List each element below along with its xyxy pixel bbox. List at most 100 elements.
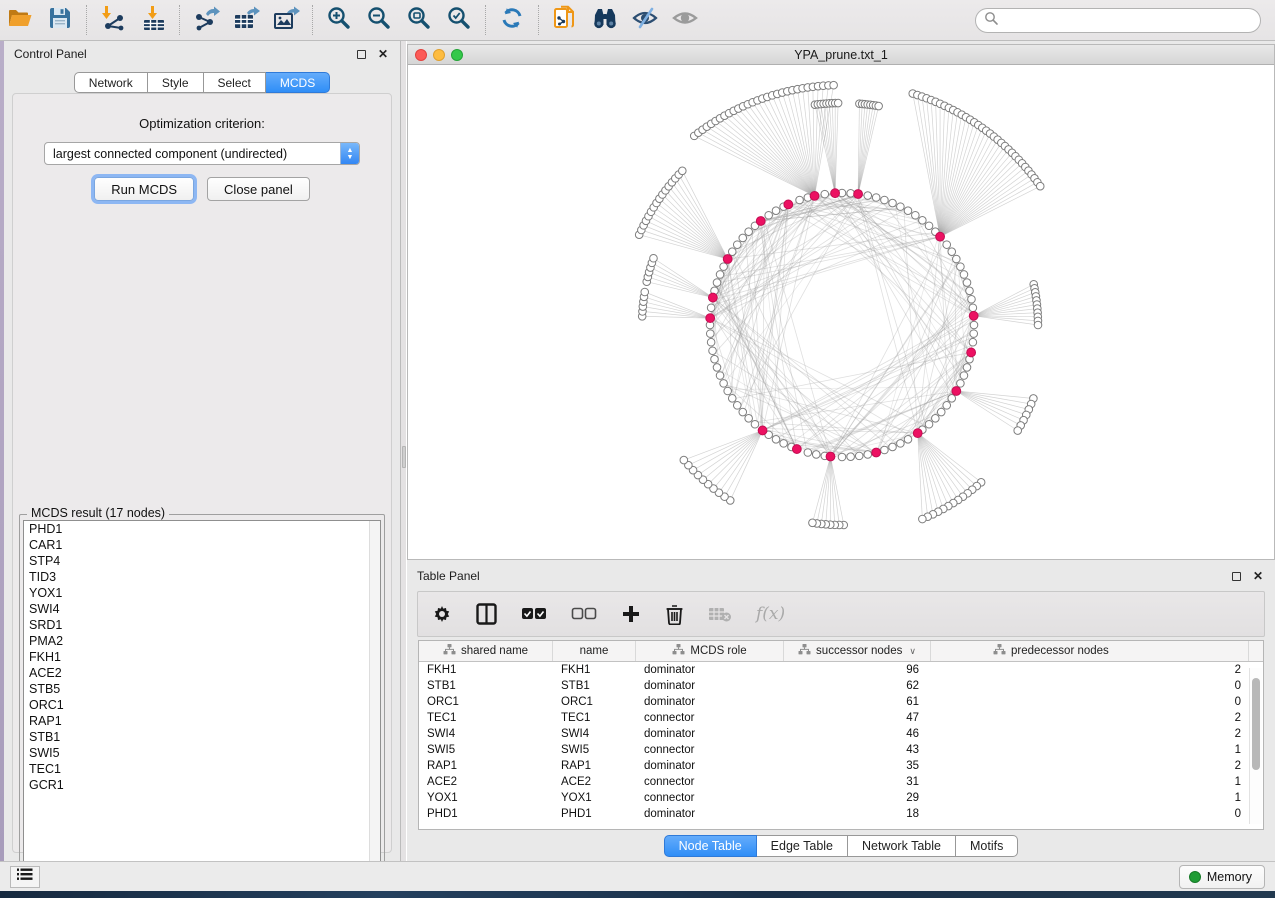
deselect-all-rows-button[interactable]: [571, 607, 597, 621]
show-columns-button[interactable]: [476, 603, 497, 625]
close-panel-button[interactable]: Close panel: [207, 177, 310, 201]
mcds-result-item[interactable]: FKH1: [24, 649, 380, 665]
column-header-MCDS-role[interactable]: MCDS role: [636, 641, 784, 661]
search-input[interactable]: [999, 11, 1260, 31]
mcds-result-item[interactable]: GCR1: [24, 777, 380, 793]
mcds-result-item[interactable]: CAR1: [24, 537, 380, 553]
table-cell[interactable]: SWI4: [419, 728, 553, 740]
table-cell[interactable]: dominator: [636, 808, 784, 820]
table-row[interactable]: YOX1YOX1connector291: [419, 790, 1263, 806]
column-header-predecessor-nodes[interactable]: predecessor nodes: [931, 641, 1249, 661]
table-cell[interactable]: 31: [784, 776, 931, 788]
table-row[interactable]: SWI5SWI5connector431: [419, 742, 1263, 758]
table-row[interactable]: FKH1FKH1dominator962: [419, 662, 1263, 678]
tab-network[interactable]: Network: [74, 72, 148, 93]
mcds-result-list[interactable]: PHD1CAR1STP4TID3YOX1SWI4SRD1PMA2FKH1ACE2…: [23, 520, 381, 875]
table-cell[interactable]: 1: [931, 792, 1249, 804]
column-header-shared-name[interactable]: shared name: [419, 641, 553, 661]
table-tab-network-table[interactable]: Network Table: [848, 835, 956, 857]
table-tab-node-table[interactable]: Node Table: [664, 835, 757, 857]
task-history-button[interactable]: [10, 866, 40, 888]
table-cell[interactable]: 0: [931, 808, 1249, 820]
table-cell[interactable]: connector: [636, 712, 784, 724]
zoom-in-button[interactable]: [319, 3, 359, 37]
mcds-result-item[interactable]: STP4: [24, 553, 380, 569]
table-cell[interactable]: ORC1: [553, 696, 636, 708]
mcds-result-item[interactable]: SRD1: [24, 617, 380, 633]
mcds-result-item[interactable]: STB1: [24, 729, 380, 745]
mcds-result-item[interactable]: STB5: [24, 681, 380, 697]
mcds-result-item[interactable]: TID3: [24, 569, 380, 585]
delete-column-button[interactable]: [665, 604, 684, 625]
table-cell[interactable]: 62: [784, 680, 931, 692]
create-column-button[interactable]: [621, 604, 641, 624]
table-cell[interactable]: dominator: [636, 760, 784, 772]
table-row[interactable]: SWI4SWI4dominator462: [419, 726, 1263, 742]
mcds-result-item[interactable]: TEC1: [24, 761, 380, 777]
table-cell[interactable]: connector: [636, 776, 784, 788]
table-cell[interactable]: PHD1: [553, 808, 636, 820]
table-scrollbar-thumb[interactable]: [1252, 678, 1260, 770]
hide-selected-button[interactable]: [625, 3, 665, 37]
search-network-button[interactable]: [585, 3, 625, 37]
table-cell[interactable]: RAP1: [553, 760, 636, 772]
table-cell[interactable]: 2: [931, 728, 1249, 740]
table-cell[interactable]: ORC1: [419, 696, 553, 708]
table-cell[interactable]: dominator: [636, 728, 784, 740]
table-row[interactable]: STB1STB1dominator620: [419, 678, 1263, 694]
zoom-out-button[interactable]: [359, 3, 399, 37]
export-image-button[interactable]: [266, 3, 306, 37]
show-all-button[interactable]: [665, 3, 705, 37]
table-cell[interactable]: 96: [784, 664, 931, 676]
network-canvas[interactable]: [408, 65, 1274, 559]
tab-style[interactable]: Style: [148, 72, 204, 93]
table-cell[interactable]: YOX1: [553, 792, 636, 804]
table-cell[interactable]: 61: [784, 696, 931, 708]
table-cell[interactable]: 47: [784, 712, 931, 724]
mcds-result-item[interactable]: SWI5: [24, 745, 380, 761]
zoom-selected-button[interactable]: [439, 3, 479, 37]
table-cell[interactable]: dominator: [636, 680, 784, 692]
table-cell[interactable]: TEC1: [419, 712, 553, 724]
mcds-list-scrollbar[interactable]: [369, 521, 380, 874]
close-table-panel-icon[interactable]: ✕: [1251, 569, 1265, 583]
table-cell[interactable]: SWI4: [553, 728, 636, 740]
table-cell[interactable]: 43: [784, 744, 931, 756]
column-header-successor-nodes[interactable]: successor nodes∨: [784, 641, 931, 661]
optimization-criterion-select[interactable]: largest connected component (undirected)…: [44, 142, 360, 165]
clone-network-button[interactable]: [545, 3, 585, 37]
refresh-layout-button[interactable]: [492, 3, 532, 37]
table-row[interactable]: PHD1PHD1dominator180: [419, 806, 1263, 822]
table-settings-button[interactable]: [432, 604, 452, 624]
table-cell[interactable]: RAP1: [419, 760, 553, 772]
splitter-grip[interactable]: [402, 446, 406, 468]
table-cell[interactable]: STB1: [419, 680, 553, 692]
table-cell[interactable]: 2: [931, 664, 1249, 676]
select-all-rows-button[interactable]: [521, 607, 547, 621]
tab-select[interactable]: Select: [204, 72, 266, 93]
mcds-result-item[interactable]: ACE2: [24, 665, 380, 681]
panel-splitter[interactable]: [400, 41, 407, 861]
float-table-panel-icon[interactable]: [1229, 569, 1243, 583]
mcds-result-item[interactable]: PHD1: [24, 521, 380, 537]
memory-button[interactable]: Memory: [1179, 865, 1265, 889]
close-panel-icon[interactable]: ✕: [376, 47, 390, 61]
tab-mcds[interactable]: MCDS: [266, 72, 330, 93]
table-cell[interactable]: SWI5: [419, 744, 553, 756]
table-cell[interactable]: dominator: [636, 664, 784, 676]
table-cell[interactable]: 2: [931, 712, 1249, 724]
table-cell[interactable]: connector: [636, 744, 784, 756]
export-network-button[interactable]: [186, 3, 226, 37]
table-cell[interactable]: FKH1: [553, 664, 636, 676]
table-cell[interactable]: connector: [636, 792, 784, 804]
table-row[interactable]: TEC1TEC1connector472: [419, 710, 1263, 726]
table-cell[interactable]: 0: [931, 696, 1249, 708]
table-cell[interactable]: 35: [784, 760, 931, 772]
mcds-result-item[interactable]: ORC1: [24, 697, 380, 713]
mcds-result-item[interactable]: PMA2: [24, 633, 380, 649]
mcds-result-item[interactable]: SWI4: [24, 601, 380, 617]
mcds-result-item[interactable]: YOX1: [24, 585, 380, 601]
table-cell[interactable]: 1: [931, 744, 1249, 756]
table-cell[interactable]: TEC1: [553, 712, 636, 724]
table-cell[interactable]: STB1: [553, 680, 636, 692]
